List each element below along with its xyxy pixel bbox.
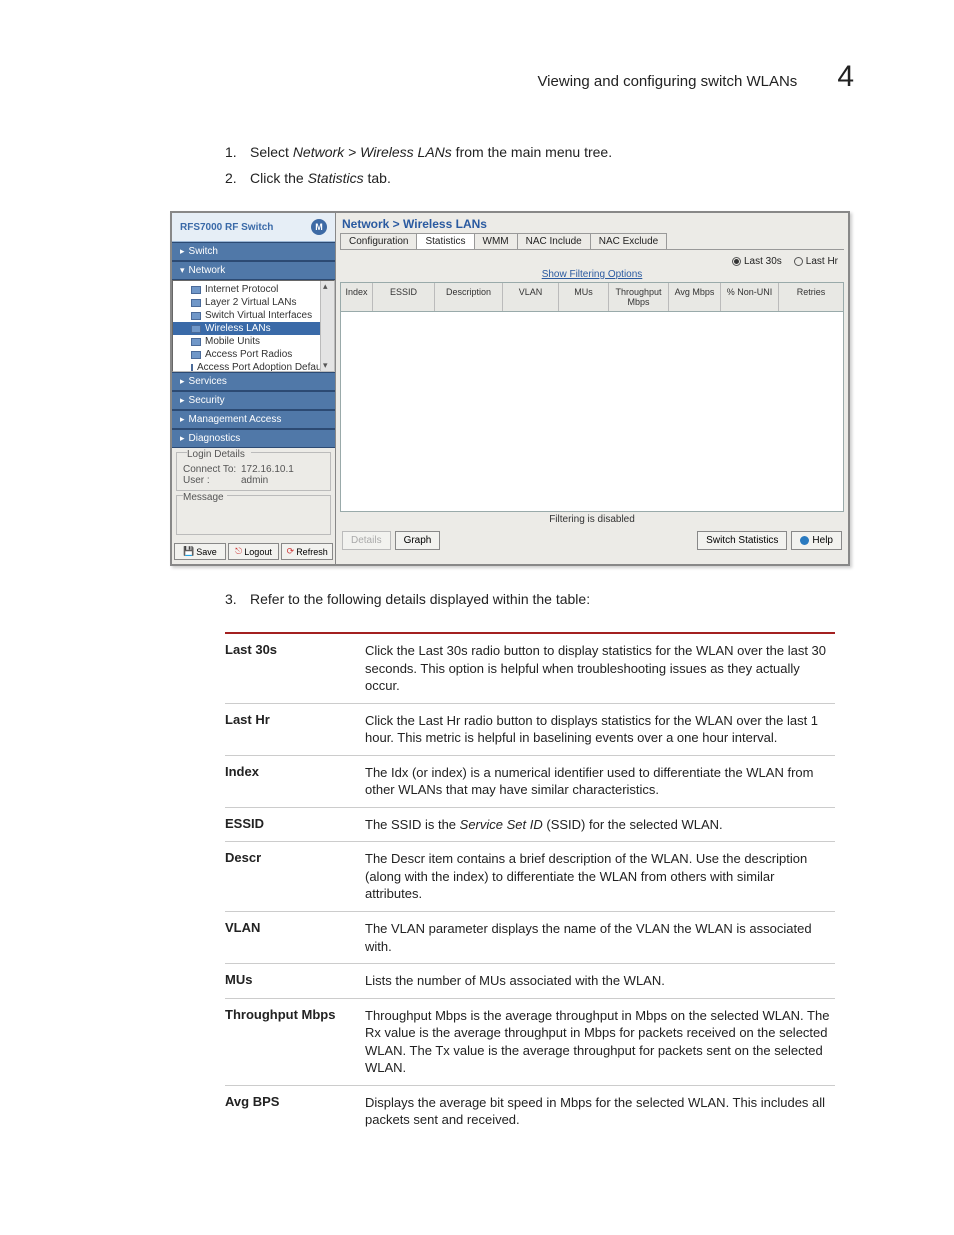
col-essid[interactable]: ESSID [373, 283, 435, 311]
col-vlan[interactable]: VLAN [503, 283, 559, 311]
radio-dot-icon [794, 257, 803, 266]
table-row: IndexThe Idx (or index) is a numerical i… [225, 755, 835, 807]
step-3: 3.Refer to the following details display… [225, 591, 854, 607]
app-screenshot: RFS7000 RF Switch M ▸Switch ▾Network Int… [170, 211, 850, 566]
tree-layer2-vlans[interactable]: Layer 2 Virtual LANs [173, 296, 334, 309]
step-1: 1.Select Network > Wireless LANs from th… [225, 144, 854, 160]
def-term: MUs [225, 964, 365, 999]
logout-button[interactable]: ⎋Logout [228, 543, 280, 560]
def-desc: The Idx (or index) is a numerical identi… [365, 755, 835, 807]
def-term: Throughput Mbps [225, 998, 365, 1085]
page-title: Viewing and configuring switch WLANs [537, 73, 797, 90]
definitions-table: Last 30sClick the Last 30s radio button … [225, 632, 835, 1137]
filter-status: Filtering is disabled [340, 512, 844, 527]
logout-icon: ⎋ [235, 546, 242, 557]
def-desc: Lists the number of MUs associated with … [365, 964, 835, 999]
tree-scrollbar[interactable] [320, 281, 334, 371]
tree-internet-protocol[interactable]: Internet Protocol [173, 283, 334, 296]
refresh-icon: ⟳ [287, 546, 295, 557]
def-desc: Displays the average bit speed in Mbps f… [365, 1085, 835, 1137]
def-desc: The VLAN parameter displays the name of … [365, 912, 835, 964]
disk-icon: 💾 [183, 546, 194, 557]
folder-icon [191, 299, 201, 307]
def-desc: Throughput Mbps is the average throughpu… [365, 998, 835, 1085]
table-row: MUsLists the number of MUs associated wi… [225, 964, 835, 999]
show-filtering-options-link[interactable]: Show Filtering Options [340, 269, 844, 282]
sidebar: RFS7000 RF Switch M ▸Switch ▾Network Int… [172, 213, 336, 564]
tab-nac-include[interactable]: NAC Include [517, 233, 591, 249]
folder-icon [191, 312, 201, 320]
stats-table: Index ESSID Description VLAN MUs Through… [340, 282, 844, 512]
def-term: VLAN [225, 912, 365, 964]
col-throughput[interactable]: Throughput Mbps [609, 283, 669, 311]
sidebar-item-services[interactable]: ▸Services [172, 372, 335, 391]
def-term: ESSID [225, 807, 365, 842]
folder-icon [191, 364, 193, 372]
tab-nac-exclude[interactable]: NAC Exclude [590, 233, 667, 249]
radio-last-30s[interactable]: Last 30s [732, 256, 782, 267]
tree-access-port-adoption-defaults[interactable]: Access Port Adoption Defaults [173, 361, 334, 372]
tab-wmm[interactable]: WMM [474, 233, 518, 249]
save-button[interactable]: 💾Save [174, 543, 226, 560]
message-box: Message [176, 495, 331, 535]
radio-dot-icon [732, 257, 741, 266]
table-row: ESSIDThe SSID is the Service Set ID (SSI… [225, 807, 835, 842]
def-term: Last 30s [225, 633, 365, 703]
def-desc: Click the Last Hr radio button to displa… [365, 703, 835, 755]
tree-wireless-lans[interactable]: Wireless LANs [173, 322, 334, 335]
graph-button[interactable]: Graph [395, 531, 441, 550]
table-row: Last 30sClick the Last 30s radio button … [225, 633, 835, 703]
radio-last-hr[interactable]: Last Hr [794, 256, 838, 267]
sidebar-item-switch[interactable]: ▸Switch [172, 242, 335, 261]
def-desc: Click the Last 30s radio button to displ… [365, 633, 835, 703]
col-retries[interactable]: Retries [779, 283, 843, 311]
refresh-button[interactable]: ⟳Refresh [281, 543, 333, 560]
help-button[interactable]: Help [791, 531, 842, 550]
table-body [341, 312, 843, 511]
product-title: RFS7000 RF Switch M [172, 213, 335, 242]
folder-icon [191, 338, 201, 346]
tree-switch-virtual-interfaces[interactable]: Switch Virtual Interfaces [173, 309, 334, 322]
folder-icon [191, 351, 201, 359]
def-term: Descr [225, 842, 365, 912]
breadcrumb: Network > Wireless LANs [340, 215, 844, 233]
tab-statistics[interactable]: Statistics [416, 233, 474, 249]
tab-configuration[interactable]: Configuration [340, 233, 417, 249]
table-row: VLANThe VLAN parameter displays the name… [225, 912, 835, 964]
col-avg-mbps[interactable]: Avg Mbps [669, 283, 721, 311]
col-description[interactable]: Description [435, 283, 503, 311]
def-term: Avg BPS [225, 1085, 365, 1137]
login-details-box: Login Details Connect To:172.16.10.1 Use… [176, 452, 331, 491]
folder-icon [191, 286, 201, 294]
switch-statistics-button[interactable]: Switch Statistics [697, 531, 787, 550]
table-row: Last HrClick the Last Hr radio button to… [225, 703, 835, 755]
step-2: 2.Click the Statistics tab. [225, 170, 854, 186]
logo-icon: M [311, 219, 327, 235]
col-non-uni[interactable]: % Non-UNI [721, 283, 779, 311]
tab-bar: Configuration Statistics WMM NAC Include… [340, 233, 844, 250]
info-icon [800, 536, 809, 545]
def-desc: The Descr item contains a brief descript… [365, 842, 835, 912]
col-mus[interactable]: MUs [559, 283, 609, 311]
tree-mobile-units[interactable]: Mobile Units [173, 335, 334, 348]
def-term: Index [225, 755, 365, 807]
tree-access-port-radios[interactable]: Access Port Radios [173, 348, 334, 361]
col-index[interactable]: Index [341, 283, 373, 311]
def-term: Last Hr [225, 703, 365, 755]
main-panel: Network > Wireless LANs Configuration St… [336, 213, 848, 564]
nav-tree: Internet Protocol Layer 2 Virtual LANs S… [172, 280, 335, 372]
table-row: DescrThe Descr item contains a brief des… [225, 842, 835, 912]
page-header: Viewing and configuring switch WLANs 4 [170, 60, 854, 94]
sidebar-item-management-access[interactable]: ▸Management Access [172, 410, 335, 429]
def-desc: The SSID is the Service Set ID (SSID) fo… [365, 807, 835, 842]
folder-icon [191, 325, 201, 333]
sidebar-item-network[interactable]: ▾Network [172, 261, 335, 280]
details-button[interactable]: Details [342, 531, 391, 550]
chapter-number: 4 [837, 60, 854, 94]
step-list: 1.Select Network > Wireless LANs from th… [170, 144, 854, 186]
table-row: Avg BPSDisplays the average bit speed in… [225, 1085, 835, 1137]
sidebar-item-diagnostics[interactable]: ▸Diagnostics [172, 429, 335, 448]
table-row: Throughput MbpsThroughput Mbps is the av… [225, 998, 835, 1085]
sidebar-item-security[interactable]: ▸Security [172, 391, 335, 410]
